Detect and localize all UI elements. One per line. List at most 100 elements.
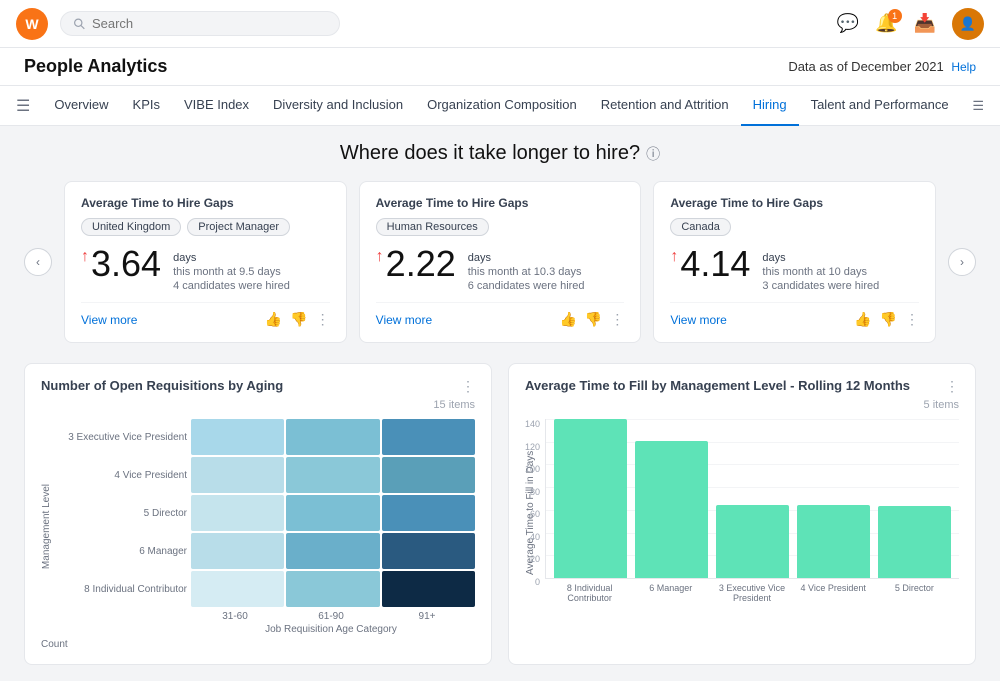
bar-x-label-3: 3 Executive Vice President [715, 583, 788, 603]
thumbs-up-icon-3[interactable]: 👍 [854, 311, 871, 328]
tabbar: ☰ Overview KPIs VIBE Index Diversity and… [0, 86, 1000, 126]
x-label-2: 61-90 [283, 611, 379, 622]
tab-hiring[interactable]: Hiring [741, 86, 799, 126]
card-1-number: ↑ 3.64 [81, 246, 161, 282]
topbar: W 💬 🔔 1 📥 👤 [0, 0, 1000, 48]
chart1-count-label: Count [41, 639, 475, 650]
heatmap-row-3: 5 Director [57, 495, 475, 531]
menu-icon[interactable]: ☰ [16, 96, 30, 116]
more-options-icon-2[interactable]: ⋮ [610, 311, 624, 328]
tab-org[interactable]: Organization Composition [415, 86, 589, 126]
topbar-actions: 💬 🔔 1 📥 👤 [837, 8, 984, 40]
bar-5 [878, 506, 951, 578]
card-3-sub-stats: days this month at 10 days 3 candidates … [762, 248, 879, 292]
y-label-100: 100 [525, 464, 540, 474]
card-1-actions: 👍 👎 ⋮ [265, 311, 330, 328]
bar-chart-card: Average Time to Fill by Management Level… [508, 363, 976, 665]
card-3-stats: ↑ 4.14 days this month at 10 days 3 cand… [670, 246, 919, 292]
section-title: Where does it take longer to hire? ⓘ [24, 142, 976, 165]
card-1-title: Average Time to Hire Gaps [81, 196, 330, 210]
chart2-items: 5 items [525, 399, 959, 411]
row-4-label: 6 Manager [57, 546, 187, 557]
search-box[interactable] [60, 11, 340, 36]
card-3-footer: View more 👍 👎 ⋮ [670, 302, 919, 328]
thumbs-down-icon[interactable]: 👎 [290, 311, 307, 328]
y-label-80: 80 [525, 487, 540, 497]
search-icon [73, 17, 86, 31]
main-content: Where does it take longer to hire? ⓘ ‹ A… [0, 126, 1000, 681]
tab-diversity[interactable]: Diversity and Inclusion [261, 86, 415, 126]
card-3-title: Average Time to Hire Gaps [670, 196, 919, 210]
chart1-title: Number of Open Requisitions by Aging [41, 378, 283, 393]
y-label-140: 140 [525, 419, 540, 429]
thumbs-up-icon[interactable]: 👍 [265, 311, 282, 328]
card-2-number: ↑ 2.22 [376, 246, 456, 282]
bar-group-5 [878, 419, 951, 578]
bar-group-1 [554, 419, 627, 578]
cards-row: ‹ Average Time to Hire Gaps United Kingd… [24, 181, 976, 343]
thumbs-down-icon-2[interactable]: 👎 [585, 311, 602, 328]
card-2-title: Average Time to Hire Gaps [376, 196, 625, 210]
card-1-view-more[interactable]: View more [81, 313, 137, 327]
card-2-sub-stats: days this month at 10.3 days 6 candidate… [468, 248, 585, 292]
hire-gap-card-2: Average Time to Hire Gaps Human Resource… [359, 181, 642, 343]
chart1-y-axis-label: Management Level [41, 484, 57, 569]
card-1-tag-2: Project Manager [187, 218, 290, 236]
page-header: People Analytics Data as of December 202… [0, 48, 1000, 86]
row-3-label: 5 Director [57, 508, 187, 519]
page-title: People Analytics [24, 56, 167, 77]
y-label-20: 20 [525, 554, 540, 564]
prev-arrow[interactable]: ‹ [24, 248, 52, 276]
heatmap-x-labels: 31-60 61-90 91+ [57, 611, 475, 622]
chart1-menu-icon[interactable]: ⋮ [461, 378, 475, 395]
info-icon[interactable]: ⓘ [646, 144, 660, 164]
heatmap-row-4: 6 Manager [57, 533, 475, 569]
next-arrow[interactable]: › [948, 248, 976, 276]
notifications-icon[interactable]: 🔔 1 [875, 13, 897, 34]
x-label-3: 91+ [379, 611, 475, 622]
bar-chart-container: Average Time to Fill in Days 140 120 100… [525, 419, 959, 607]
tab-overview[interactable]: Overview [42, 86, 120, 126]
chart2-header: Average Time to Fill by Management Level… [525, 378, 959, 395]
chat-icon[interactable]: 💬 [837, 13, 859, 34]
bar-4 [797, 505, 870, 578]
notification-badge: 1 [888, 9, 902, 23]
y-axis-labels: 140 120 100 80 60 40 20 0 [525, 419, 540, 587]
thumbs-up-icon-2[interactable]: 👍 [559, 311, 576, 328]
card-2-view-more[interactable]: View more [376, 313, 432, 327]
y-label-40: 40 [525, 532, 540, 542]
hire-gap-card-1: Average Time to Hire Gaps United Kingdom… [64, 181, 347, 343]
search-input[interactable] [92, 16, 327, 31]
heatmap-rows: 3 Executive Vice President 4 Vice Presid… [57, 419, 475, 607]
up-arrow-icon-2: ↑ [376, 248, 384, 266]
tab-kpis[interactable]: KPIs [121, 86, 172, 126]
chart1-items: 15 items [41, 399, 475, 411]
chart1-header: Number of Open Requisitions by Aging ⋮ [41, 378, 475, 395]
tabbar-more-icon[interactable]: ☰ [972, 98, 984, 114]
chart2-menu-icon[interactable]: ⋮ [945, 378, 959, 395]
bar-3 [716, 505, 789, 578]
row-5-label: 8 Individual Contributor [57, 584, 187, 595]
card-1-sub-stats: days this month at 9.5 days 4 candidates… [173, 248, 290, 292]
card-3-actions: 👍 👎 ⋮ [854, 311, 919, 328]
inbox-icon[interactable]: 📥 [914, 13, 936, 34]
tab-vibe[interactable]: VIBE Index [172, 86, 261, 126]
y-label-0: 0 [525, 577, 540, 587]
card-1-footer: View more 👍 👎 ⋮ [81, 302, 330, 328]
card-3-number: ↑ 4.14 [670, 246, 750, 282]
more-options-icon-3[interactable]: ⋮ [905, 311, 919, 328]
card-1-tag-1: United Kingdom [81, 218, 181, 236]
card-3-view-more[interactable]: View more [670, 313, 726, 327]
more-options-icon[interactable]: ⋮ [316, 311, 330, 328]
card-2-actions: 👍 👎 ⋮ [559, 311, 624, 328]
help-link[interactable]: Help [951, 60, 976, 74]
chart1-x-axis-label: Job Requisition Age Category [57, 624, 475, 635]
bar-1 [554, 419, 627, 578]
tab-retention[interactable]: Retention and Attrition [589, 86, 741, 126]
bar-x-label-2: 6 Manager [634, 583, 707, 603]
chart2-title: Average Time to Fill by Management Level… [525, 378, 910, 393]
thumbs-down-icon-3[interactable]: 👎 [880, 311, 897, 328]
workday-logo[interactable]: W [16, 8, 48, 40]
user-avatar[interactable]: 👤 [952, 8, 984, 40]
tab-talent[interactable]: Talent and Performance [799, 86, 961, 126]
